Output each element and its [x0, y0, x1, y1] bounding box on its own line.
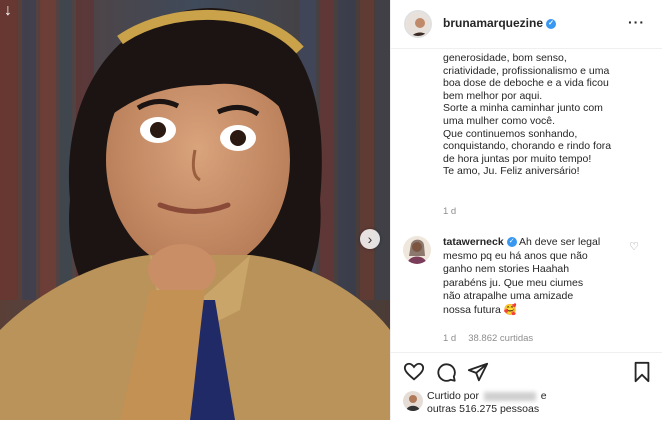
blurred-liker-name — [483, 391, 536, 401]
chevron-right-icon: › — [367, 231, 373, 247]
comment-meta: 1 d 38.862 curtidas — [443, 333, 545, 344]
post-details-panel: brunamarquezine ✓ ··· generosidade, bom s… — [390, 0, 662, 420]
like-heart-icon[interactable] — [403, 361, 425, 383]
caption-line: bem melhor por aqui. — [443, 89, 543, 102]
verified-badge-icon: ✓ — [506, 237, 517, 248]
comment-line: nossa futura 🥰 — [443, 303, 517, 316]
post-caption: generosidade, bom senso, criatividade, p… — [443, 52, 643, 178]
author-username[interactable]: brunamarquezine ✓ — [443, 16, 557, 30]
likes-line-1: Curtido por e — [427, 390, 647, 403]
author-avatar[interactable] — [404, 10, 432, 38]
comment-timestamp[interactable]: 1 d — [443, 333, 456, 344]
caption-line: generosidade, bom senso, — [443, 52, 567, 64]
comment-line-text: Ah deve ser legal — [519, 236, 601, 248]
caption-line: uma mulher como você. — [443, 114, 556, 127]
comment-line: não atrapalhe uma amizade — [443, 290, 574, 302]
caption-line: criatividade, profissionalismo e uma — [443, 64, 610, 77]
caption-line: Sorte a minha caminhar junto com — [443, 102, 603, 115]
caption-line: Te amo, Ju. Feliz aniversário! — [443, 165, 580, 178]
caption-line: conquistando, chorando e rindo fora — [443, 140, 612, 153]
photo-image — [0, 0, 390, 420]
liked-by-suffix: e — [540, 390, 547, 402]
comment-line: ganho nem stories Haahah — [443, 263, 570, 275]
share-send-icon[interactable] — [467, 361, 489, 383]
liker-avatar[interactable] — [403, 391, 423, 411]
likes-line-2[interactable]: outras 516.275 pessoas — [427, 403, 647, 416]
save-bookmark-icon[interactable] — [631, 361, 653, 383]
download-icon[interactable]: ↓ — [4, 2, 12, 20]
comment-line: parabéns ju. Que meu ciumes — [443, 276, 584, 289]
post-photo[interactable]: ↓ › — [0, 0, 390, 420]
commenter-username[interactable]: tatawerneck — [443, 236, 504, 248]
comment-line: mesmo pq eu há anos que não — [443, 249, 588, 262]
more-options-button[interactable]: ··· — [628, 14, 645, 30]
comment-line: tatawerneck ✓ Ah deve ser legal — [443, 236, 633, 250]
author-username-text[interactable]: brunamarquezine — [443, 16, 543, 30]
comment-like-heart-icon[interactable]: ♡ — [629, 240, 639, 253]
liked-by-prefix: Curtido por — [427, 390, 479, 402]
next-photo-button[interactable]: › — [360, 229, 380, 249]
comment-likes-count[interactable]: 38.862 curtidas — [468, 333, 533, 344]
comment-text: tatawerneck ✓ Ah deve ser legal mesmo pq … — [443, 236, 633, 317]
post-header: brunamarquezine ✓ ··· — [391, 0, 662, 49]
caption-timestamp[interactable]: 1 d — [443, 206, 456, 217]
caption-line: de hora juntas por muito tempo! — [443, 152, 592, 165]
commenter-avatar[interactable] — [403, 236, 431, 264]
likes-summary: Curtido por e outras 516.275 pessoas — [427, 390, 647, 416]
comment-bubble-icon[interactable] — [435, 361, 457, 383]
caption-line: boa dose de deboche e a vida ficou — [443, 77, 609, 90]
caption-line: Que continuemos sonhando, — [443, 127, 578, 140]
verified-badge-icon: ✓ — [546, 18, 557, 29]
